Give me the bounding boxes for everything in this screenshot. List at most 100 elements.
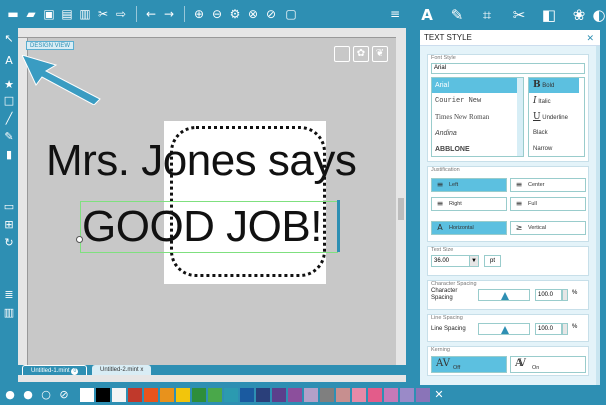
vertical-scroll-thumb[interactable] <box>398 198 404 220</box>
char-spacing-input[interactable]: 100.0 <box>535 289 562 301</box>
close-palette-icon[interactable]: ✕ <box>432 388 446 402</box>
panel-close-icon[interactable]: ✕ <box>586 30 594 46</box>
style-black[interactable]: Black <box>529 126 579 141</box>
library-icon[interactable]: ▭ <box>2 200 16 214</box>
tab-close-icon[interactable]: x <box>140 367 143 373</box>
font-item-courier[interactable]: Courier New <box>432 94 517 109</box>
kerning-on-button[interactable]: AV On <box>510 356 586 373</box>
new-doc-icon[interactable]: ▬ <box>6 7 20 21</box>
color-tab-icon[interactable]: ◐ <box>588 4 606 26</box>
color-swatch[interactable] <box>336 388 350 402</box>
blank-view-icon[interactable] <box>334 46 350 62</box>
color-swatch[interactable] <box>368 388 382 402</box>
layers-icon[interactable]: ≣ <box>2 288 16 302</box>
style-italic[interactable]: I Italic <box>529 94 579 109</box>
send-icon[interactable]: ⇨ <box>114 7 128 21</box>
fill-circle-icon[interactable]: ● <box>3 388 17 402</box>
crop-tab-icon[interactable]: ⌗ <box>476 4 498 26</box>
line-spacing-slider[interactable] <box>478 323 530 335</box>
color-swatch[interactable] <box>272 388 286 402</box>
color-swatch[interactable] <box>416 388 430 402</box>
color-swatch[interactable] <box>176 388 190 402</box>
print-icon[interactable]: ▤ <box>60 7 74 21</box>
color-swatch[interactable] <box>384 388 398 402</box>
pen-tool-icon[interactable]: ✎ <box>2 130 16 144</box>
fill-tab-icon[interactable]: ◧ <box>538 4 560 26</box>
text-object-line1[interactable]: Mrs. Jones says <box>46 136 357 186</box>
pen-tab-icon[interactable]: ✎ <box>446 4 468 26</box>
color-swatch[interactable] <box>80 388 94 402</box>
cut-icon[interactable]: ✂ <box>96 7 110 21</box>
color-swatch[interactable] <box>352 388 366 402</box>
horizontal-scrollbar[interactable] <box>18 375 406 382</box>
rectangle-tool-icon[interactable]: □ <box>2 94 16 108</box>
color-swatch[interactable] <box>304 388 318 402</box>
eraser-tool-icon[interactable]: ▮ <box>2 148 16 162</box>
rotate-handle[interactable] <box>76 236 83 243</box>
zoom-selected-icon[interactable]: ⊗ <box>246 7 260 21</box>
color-swatch[interactable] <box>208 388 222 402</box>
text-size-input[interactable]: 36.00 <box>431 255 471 267</box>
color-swatch[interactable] <box>400 388 414 402</box>
color-swatch[interactable] <box>320 388 334 402</box>
color-swatch[interactable] <box>192 388 206 402</box>
select-tool-icon[interactable]: ↖ <box>2 32 16 46</box>
doc-tab-untitled-2[interactable]: Untitled-2.mint x <box>92 365 152 375</box>
color-swatch[interactable] <box>96 388 110 402</box>
style-narrow[interactable]: Narrow <box>529 142 579 157</box>
justify-left-button[interactable]: ≡ Left <box>431 178 507 192</box>
slider-thumb-icon[interactable] <box>501 326 509 334</box>
font-list-scrollbar[interactable] <box>517 78 523 156</box>
font-item-arial[interactable]: Arial <box>432 78 517 93</box>
text-size-unit[interactable]: pt <box>484 255 501 267</box>
image-view-icon[interactable]: ✿ <box>353 46 369 62</box>
open-library-icon[interactable]: ▣ <box>42 7 56 21</box>
leaf-view-icon[interactable]: ❦ <box>372 46 388 62</box>
color-swatch[interactable] <box>144 388 158 402</box>
circle-icon[interactable]: ● <box>21 388 35 402</box>
font-item-andina[interactable]: Andina <box>432 126 517 141</box>
text-size-dropdown-icon[interactable]: ▼ <box>469 255 479 267</box>
font-item-abblone[interactable]: ABBLONE <box>432 142 517 157</box>
font-style-list[interactable]: B Bold I Italic U Underline Black Narrow <box>528 77 585 157</box>
panel-toggle-icon[interactable]: ▥ <box>2 306 16 320</box>
justify-full-button[interactable]: ≡ Full <box>510 197 586 211</box>
color-swatch[interactable] <box>240 388 254 402</box>
kerning-off-button[interactable]: AV Off <box>431 356 507 373</box>
color-swatch[interactable] <box>128 388 142 402</box>
color-swatch[interactable] <box>288 388 302 402</box>
knife-tab-icon[interactable]: ✂ <box>508 4 530 26</box>
line-spacing-spinner[interactable] <box>562 323 568 335</box>
font-list[interactable]: Arial Courier New Times New Roman Andina… <box>431 77 524 157</box>
color-swatch[interactable] <box>224 388 238 402</box>
zoom-in-icon[interactable]: ⊕ <box>192 7 206 21</box>
line-tool-icon[interactable]: ╱ <box>2 112 16 126</box>
fullscreen-icon[interactable]: ▢ <box>284 7 298 21</box>
star-tool-icon[interactable]: ★ <box>2 78 16 92</box>
style-bold[interactable]: B Bold <box>529 78 579 93</box>
color-swatch[interactable] <box>160 388 174 402</box>
char-spacing-slider[interactable] <box>478 289 530 301</box>
color-swatch[interactable] <box>112 388 126 402</box>
outline-circle-icon[interactable]: ○ <box>39 388 53 402</box>
text-tool-icon[interactable]: A <box>2 54 16 68</box>
text-object-line2[interactable]: GOOD JOB! <box>82 202 322 252</box>
rotate-tool-icon[interactable]: ↻ <box>2 236 16 250</box>
font-item-times[interactable]: Times New Roman <box>432 110 517 125</box>
palette-tab-icon[interactable]: ❀ <box>568 4 590 26</box>
book-icon[interactable]: ⊞ <box>2 218 16 232</box>
text-cursor-handle[interactable] <box>337 200 340 252</box>
zoom-out-icon[interactable]: ⊖ <box>210 7 224 21</box>
panel-scrollbar[interactable] <box>596 46 600 385</box>
zoom-page-icon[interactable]: ⊘ <box>264 7 278 21</box>
line-spacing-input[interactable]: 100.0 <box>535 323 562 335</box>
style-underline[interactable]: U Underline <box>529 110 579 125</box>
vertical-scrollbar[interactable] <box>396 28 406 365</box>
undo-icon[interactable]: ← <box>144 7 158 21</box>
text-tab-icon[interactable]: A <box>416 4 438 26</box>
font-name-input[interactable]: Arial <box>431 63 585 74</box>
justify-right-button[interactable]: ≡ Right <box>431 197 507 211</box>
redo-icon[interactable]: → <box>162 7 176 21</box>
horizontal-text-button[interactable]: A Horizontal <box>431 221 507 235</box>
print-cut-icon[interactable]: ▥ <box>78 7 92 21</box>
